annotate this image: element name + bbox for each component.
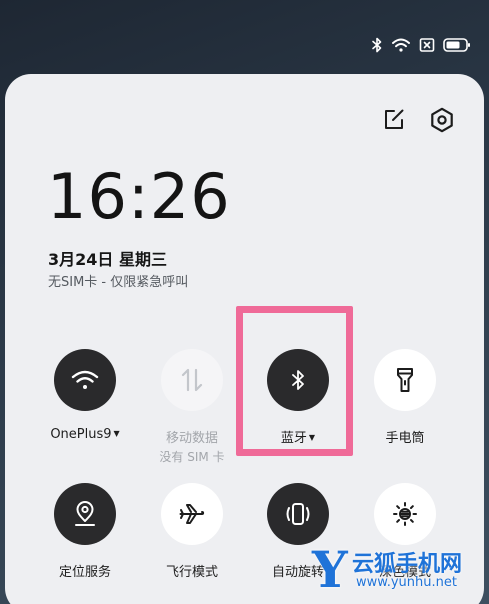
watermark-logo: Y <box>312 540 348 599</box>
tile-flashlight-label: 手电筒 <box>385 431 425 446</box>
date-label: 3月24日 星期三 <box>48 250 167 269</box>
watermark-name: 云狐手机网 <box>352 552 463 577</box>
tile-airplane-mode[interactable]: 飞行模式 <box>137 483 247 580</box>
edit-icon[interactable] <box>378 104 410 136</box>
status-bar <box>371 34 471 56</box>
auto-rotate-icon <box>286 503 310 525</box>
chevron-down-icon[interactable]: ▼ <box>114 429 120 438</box>
tile-location[interactable]: 定位服务 <box>30 483 140 580</box>
tile-mobile-data[interactable]: 移动数据 没有 SIM 卡 <box>137 349 247 465</box>
wifi-icon <box>71 370 99 389</box>
bluetooth-icon <box>371 37 383 53</box>
wifi-toggle[interactable] <box>54 349 116 411</box>
mobile-data-toggle[interactable] <box>161 349 223 411</box>
brightness-toggle[interactable] <box>374 483 436 545</box>
settings-icon[interactable] <box>426 104 458 136</box>
sim-status-text: 无SIM卡 - 仅限紧急呼叫 <box>48 275 189 290</box>
tile-mobile-data-sublabel: 没有 SIM 卡 <box>159 450 225 464</box>
wifi-network-name: OnePlus9 <box>50 427 112 442</box>
tile-mobile-data-label: 移动数据 <box>165 431 218 446</box>
tile-flashlight[interactable]: 手电筒 <box>350 349 460 446</box>
tile-wifi[interactable]: OnePlus9 ▼ <box>30 349 140 442</box>
no-sim-icon <box>419 37 435 53</box>
clock-time: 16:26 <box>47 160 231 233</box>
airplane-mode-toggle[interactable] <box>161 483 223 545</box>
watermark: Y 云狐手机网 www.yunhu.net <box>312 540 489 604</box>
location-toggle[interactable] <box>54 483 116 545</box>
flashlight-icon <box>397 368 413 392</box>
wifi-icon <box>391 37 411 53</box>
location-icon <box>75 501 95 526</box>
tile-wifi-label: OnePlus9 ▼ <box>30 427 140 442</box>
tile-location-label: 定位服务 <box>58 565 111 580</box>
airplane-icon <box>179 504 205 524</box>
flashlight-toggle[interactable] <box>374 349 436 411</box>
bluetooth-highlight-box <box>236 306 353 456</box>
mobile-data-icon <box>181 368 203 392</box>
brightness-icon <box>393 502 417 526</box>
battery-icon <box>443 37 471 53</box>
watermark-url: www.yunhu.net <box>356 575 457 590</box>
auto-rotate-toggle[interactable] <box>267 483 329 545</box>
tile-airplane-mode-label: 飞行模式 <box>165 565 218 580</box>
